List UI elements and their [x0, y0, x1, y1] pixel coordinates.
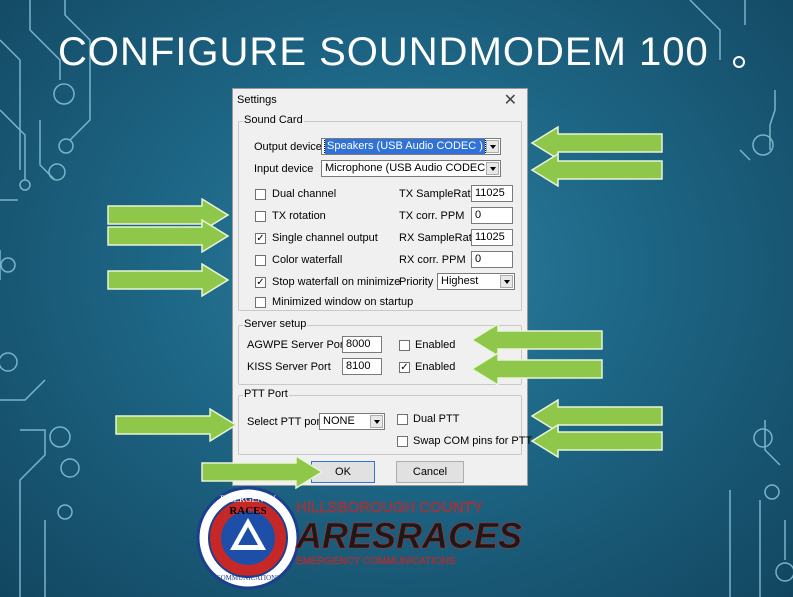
- title-ring-icon: [733, 56, 745, 68]
- tx-rotation-label: TX rotation: [272, 210, 326, 222]
- seal-bottom-text: COMMUNICATIONS: [216, 574, 280, 582]
- tx-rotation-checkbox[interactable]: [255, 211, 266, 222]
- color-waterfall-checkbox[interactable]: [255, 255, 266, 266]
- ptt-port-select[interactable]: NONE: [319, 413, 385, 430]
- chevron-down-icon[interactable]: [370, 415, 383, 428]
- server-setup-legend: Server setup: [243, 318, 308, 330]
- single-channel-output-checkbox[interactable]: ✓: [255, 233, 266, 244]
- arrow-right-icon: [107, 263, 230, 297]
- stop-waterfall-label: Stop waterfall on minimize: [272, 276, 401, 288]
- output-device-select[interactable]: Speakers (USB Audio CODEC ): [321, 138, 501, 155]
- rx-samplerate-label: RX SampleRate: [399, 232, 478, 244]
- slide: CONFIGURE SOUNDMODEM 100 Settings ✕ Soun…: [0, 0, 793, 597]
- arrow-left-icon: [470, 352, 603, 386]
- kiss-enabled-label: Enabled: [415, 361, 456, 373]
- input-device-value: Microphone (USB Audio CODEC ): [325, 162, 492, 174]
- kiss-port-label: KISS Server Port: [247, 361, 331, 373]
- kiss-port-field[interactable]: 8100: [342, 358, 382, 375]
- sound-card-group: Sound Card Output device Speakers (USB A…: [238, 114, 522, 311]
- tx-ppm-field[interactable]: 0: [471, 207, 513, 224]
- ptt-port-group: PTT Port Select PTT port NONE Dual PTT S…: [238, 388, 532, 455]
- priority-label: Priority: [399, 276, 434, 288]
- arrow-left-icon: [530, 153, 663, 187]
- seal-top-text: EMERGENCY: [220, 494, 277, 504]
- agwpe-port-field[interactable]: 8000: [342, 336, 382, 353]
- chevron-down-icon[interactable]: [500, 275, 513, 288]
- priority-value: Highest: [441, 275, 479, 287]
- chevron-down-icon[interactable]: [486, 162, 499, 175]
- brand-left-text: ARES: [295, 515, 396, 556]
- minimized-window-checkbox[interactable]: [255, 297, 266, 308]
- dialog-title: Settings: [237, 94, 277, 106]
- input-device-label: Input device: [254, 163, 314, 175]
- chevron-down-icon[interactable]: [486, 140, 499, 153]
- arrow-left-icon: [530, 424, 663, 458]
- swap-com-label: Swap COM pins for PTT: [413, 435, 533, 447]
- output-device-value: Speakers (USB Audio CODEC ): [324, 139, 486, 154]
- swap-com-checkbox[interactable]: [397, 436, 408, 447]
- dual-ptt-checkbox[interactable]: [397, 414, 408, 425]
- kiss-enabled-checkbox[interactable]: ✓: [399, 362, 410, 373]
- rx-ppm-label: RX corr. PPM: [399, 254, 466, 266]
- color-waterfall-label: Color waterfall: [272, 254, 343, 266]
- rx-ppm-field[interactable]: 0: [471, 251, 513, 268]
- single-channel-output-label: Single channel output: [272, 232, 378, 244]
- ares-races-logo: EMERGENCY RACES COMMUNICATIONS HILLSBORO…: [196, 486, 522, 590]
- agwpe-port-label: AGWPE Server Port: [247, 339, 347, 351]
- arrow-right-icon: [115, 408, 238, 442]
- agwpe-enabled-label: Enabled: [415, 339, 456, 351]
- ptt-port-label: Select PTT port: [247, 416, 324, 428]
- input-device-select[interactable]: Microphone (USB Audio CODEC ): [321, 160, 501, 177]
- agwpe-enabled-checkbox[interactable]: [399, 340, 410, 351]
- priority-select[interactable]: Highest: [437, 273, 515, 290]
- output-device-label: Output device: [254, 141, 322, 153]
- county-text: HILLSBOROUGH COUNTY: [296, 499, 483, 516]
- tx-samplerate-field[interactable]: 11025: [471, 185, 513, 202]
- ptt-port-legend: PTT Port: [243, 388, 289, 400]
- tx-samplerate-label: TX SampleRate: [399, 188, 477, 200]
- rx-samplerate-field[interactable]: 11025: [471, 229, 513, 246]
- stop-waterfall-checkbox[interactable]: ✓: [255, 277, 266, 288]
- tx-ppm-label: TX corr. PPM: [399, 210, 465, 222]
- seal-center-text: RACES: [229, 505, 266, 517]
- sound-card-legend: Sound Card: [243, 114, 304, 126]
- dual-ptt-label: Dual PTT: [413, 413, 460, 425]
- close-icon[interactable]: ✕: [504, 90, 517, 110]
- dual-channel-checkbox[interactable]: [255, 189, 266, 200]
- minimized-window-label: Minimized window on startup: [272, 296, 414, 308]
- settings-dialog: Settings ✕ Sound Card Output device Spea…: [232, 88, 532, 486]
- ptt-port-value: NONE: [323, 415, 355, 427]
- arrow-right-icon: [107, 219, 230, 253]
- brand-right-text: RACES: [396, 515, 522, 556]
- slide-title: CONFIGURE SOUNDMODEM 100: [58, 30, 709, 74]
- tagline-text: EMERGENCY COMMUNICATIONS: [296, 556, 456, 567]
- dual-channel-label: Dual channel: [272, 188, 337, 200]
